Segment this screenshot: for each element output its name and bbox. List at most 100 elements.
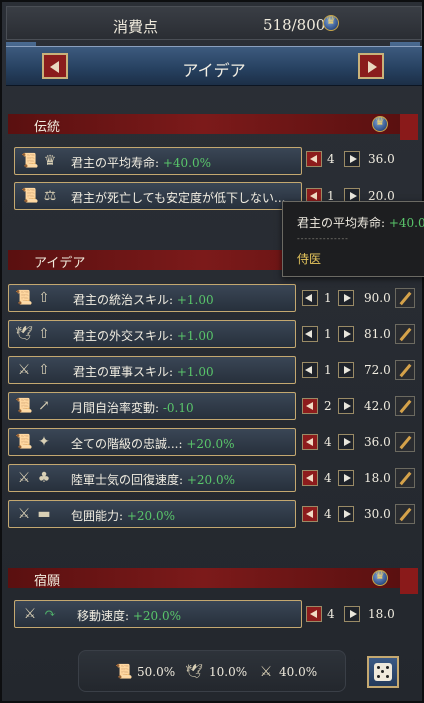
next-button[interactable] [358,53,384,79]
decrease-button[interactable] [302,470,318,486]
increase-button[interactable] [344,606,360,622]
increase-button[interactable] [338,470,354,486]
edit-button[interactable] [395,468,415,488]
cost-value: 18.0 [368,607,395,621]
idea-label: 君主が死亡しても安定度が低下しない... [71,191,286,205]
level-value: 1 [324,363,332,377]
idea-label: 君主の統治スキル: +1.00 [73,293,214,307]
idea-label: 月間自治率変動: -0.10 [71,401,194,415]
idea-design-panel: 消費点 518/800 アイデア 伝統 📜♛ 君主の平均寿命: +40.0% 4… [0,0,424,703]
dove-icon: 🕊 [185,664,203,680]
increase-button[interactable] [338,290,354,306]
decrease-button[interactable] [302,506,318,522]
idea-row-adm-skill[interactable]: 📜 ⇧ 君主の統治スキル: +1.00 [8,284,296,312]
section-title-tradition: 伝統 [34,120,61,135]
cost-value: 18.0 [364,471,391,485]
cost-value: 36.0 [364,435,391,449]
ribbon-tail [400,114,418,140]
dove-up-icon: ⇧ [38,326,50,342]
cost-value: 90.0 [364,291,391,305]
decrease-button[interactable] [302,398,318,414]
mil-percentage: 40.0% [279,665,318,679]
scroll-icon: 📜 [15,434,33,450]
crown-icon [372,569,388,586]
edit-button[interactable] [395,288,415,308]
idea-label: 全ての階級の忠誠...: +20.0% [71,437,235,451]
idea-row-autonomy[interactable]: 📜 ↗ 月間自治率変動: -0.10 [8,392,296,420]
idea-row-morale-recovery[interactable]: ⚔ ♣ 陸軍士気の回復速度: +20.0% [8,464,296,492]
increase-button[interactable] [338,326,354,342]
dice-icon [374,663,392,681]
decrease-button[interactable] [306,606,322,622]
level-value: 1 [324,327,332,341]
edit-button[interactable] [395,396,415,416]
dip-percentage: 10.0% [209,665,248,679]
cost-value: 36.0 [368,152,395,166]
idea-row-mil-skill[interactable]: ⚔ ⇧ 君主の軍事スキル: +1.00 [8,356,296,384]
decrease-button[interactable] [302,434,318,450]
swords-icon: ⚔ [17,470,31,486]
level-value: 2 [324,399,332,413]
randomize-button[interactable] [367,656,399,688]
section-title-ambition: 宿願 [34,574,61,589]
scroll-icon: 📜 [21,188,39,204]
idea-label: 移動速度: +20.0% [77,609,182,623]
edit-button[interactable] [395,360,415,380]
swords-icon: ⚔ [259,664,273,680]
idea-label: 君主の軍事スキル: +1.00 [73,365,214,379]
level-value: 1 [324,291,332,305]
increase-button[interactable] [344,151,360,167]
decrease-button[interactable] [302,326,318,342]
swords-up-icon: ⇧ [38,362,50,378]
cost-value: 42.0 [364,399,391,413]
increase-button[interactable] [338,434,354,450]
tooltip-effect: 君主の平均寿命: +40.0% [297,216,424,230]
swords-icon: ⚔ [23,606,37,622]
scroll-icon: 📜 [15,290,33,306]
level-value: 4 [327,152,335,166]
section-header-ambition: 宿願 [8,568,400,589]
scroll-icon: 📜 [15,398,33,414]
cost-value: 518/800 [263,16,326,34]
decrease-button[interactable] [302,362,318,378]
edit-button[interactable] [395,504,415,524]
cost-value: 81.0 [364,327,391,341]
banner: アイデア [6,46,422,86]
crown-icon [323,14,339,31]
idea-row-estate-loyalty[interactable]: 📜 ✦ 全ての階級の忠誠...: +20.0% [8,428,296,456]
edit-button[interactable] [395,432,415,452]
scroll-icon: 📜 [21,153,39,169]
decrease-button[interactable] [306,151,322,167]
morale-icon: ♣ [37,470,51,486]
idea-row-movement-speed[interactable]: ⚔ ↷ 移動速度: +20.0% [14,600,302,628]
dove-icon: 🕊 [15,326,33,342]
idea-label: 陸軍士気の回復速度: +20.0% [71,473,236,487]
edit-button[interactable] [395,324,415,344]
increase-button[interactable] [338,362,354,378]
increase-button[interactable] [338,398,354,414]
scroll-icon: 📜 [115,664,133,680]
chart-icon: ↗ [38,398,50,414]
idea-row-stability[interactable]: 📜 ⚖ 君主が死亡しても安定度が低下しない... [14,182,302,210]
section-header-tradition: 伝統 [8,114,400,135]
level-value: 4 [324,471,332,485]
idea-row-siege[interactable]: ⚔ ▬ 包囲能力: +20.0% [8,500,296,528]
section-title-ideas: アイデア [34,256,86,271]
cost-value: 72.0 [364,363,391,377]
estates-icon: ✦ [38,434,50,450]
swords-icon: ⚔ [17,506,31,522]
cost-label: 消費点 [113,18,159,36]
crown-icon: ♛ [43,153,57,169]
idea-row-dip-skill[interactable]: 🕊 ⇧ 君主の外交スキル: +1.00 [8,320,296,348]
level-value: 4 [327,607,335,621]
idea-label: 君主の外交スキル: +1.00 [73,329,214,343]
level-value: 4 [324,435,332,449]
increase-button[interactable] [338,506,354,522]
scroll-up-icon: ⇧ [38,290,50,306]
scales-icon: ⚖ [43,188,57,204]
decrease-button[interactable] [302,290,318,306]
idea-label: 包囲能力: +20.0% [71,509,176,523]
arrow-icon: ↷ [44,606,56,622]
tooltip-source: 侍医 [297,252,322,266]
idea-row-lifespan[interactable]: 📜 ♛ 君主の平均寿命: +40.0% [14,147,302,175]
